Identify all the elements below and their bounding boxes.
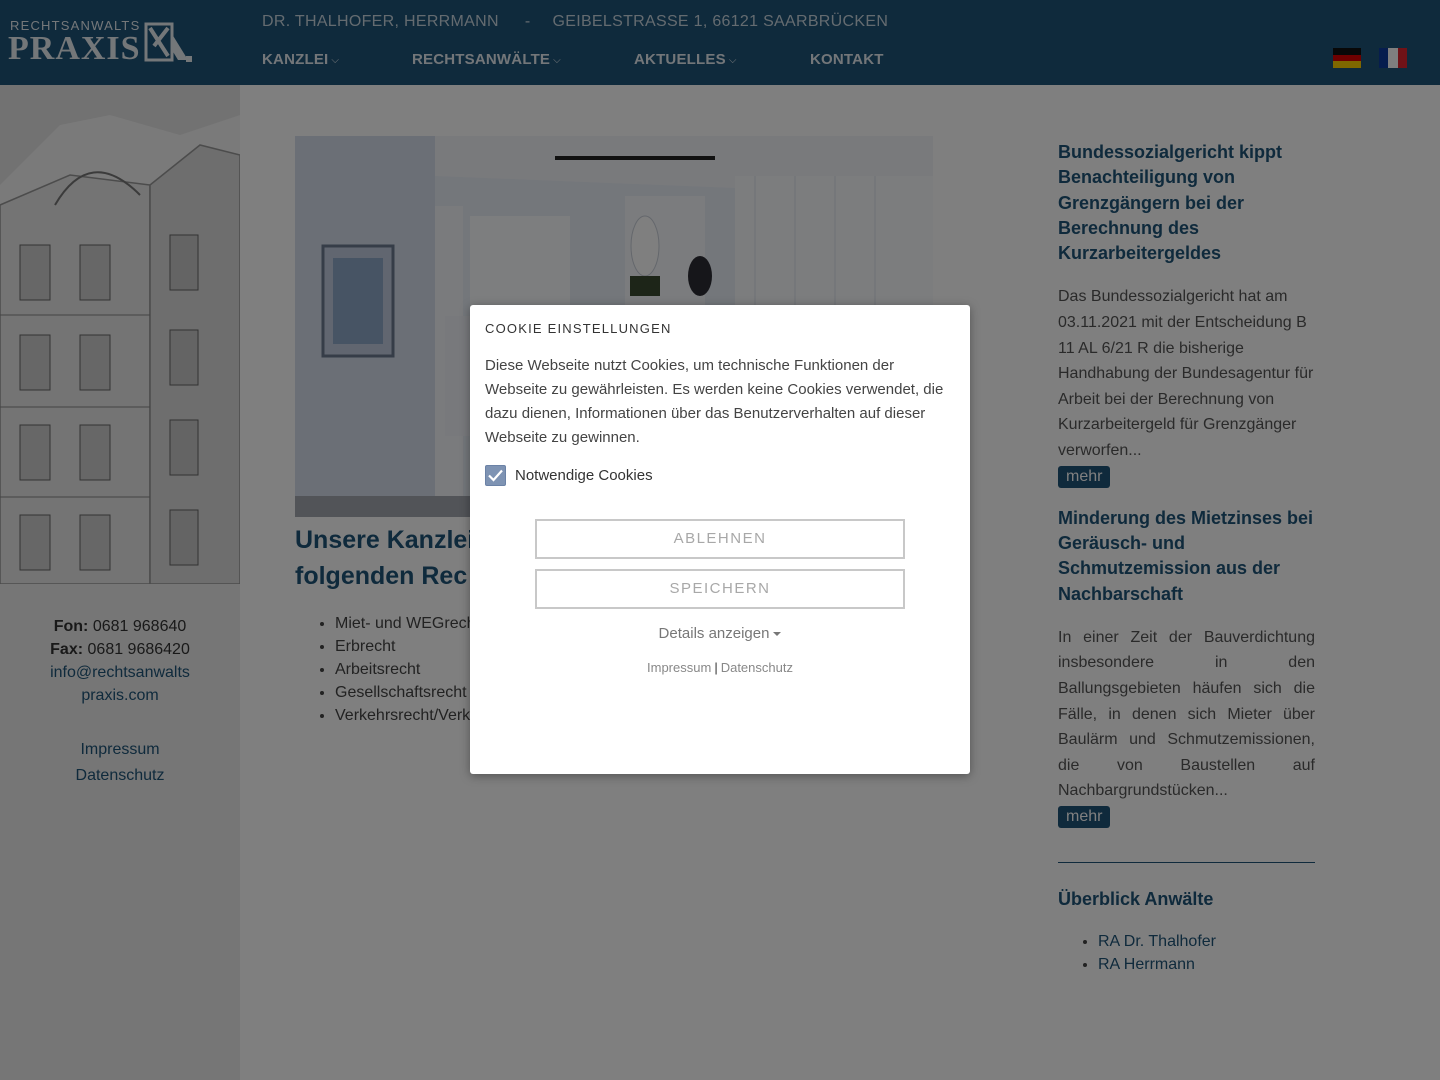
- details-toggle[interactable]: Details anzeigen: [470, 625, 970, 642]
- modal-legal-links: Impressum | Datenschutz: [470, 660, 970, 675]
- link-separator: |: [714, 660, 718, 675]
- modal-text: Diese Webseite nutzt Cookies, um technis…: [485, 357, 944, 446]
- save-button[interactable]: SPEICHERN: [535, 569, 905, 609]
- impressum-link[interactable]: Impressum: [647, 660, 711, 675]
- checkmark-icon: [488, 469, 503, 482]
- datenschutz-link[interactable]: Datenschutz: [721, 660, 793, 675]
- details-label: Details anzeigen: [658, 625, 770, 642]
- caret-down-icon: [773, 632, 782, 637]
- modal-title: COOKIE EINSTELLUNGEN: [485, 321, 672, 336]
- checkbox-label[interactable]: Notwendige Cookies: [515, 467, 653, 484]
- reject-button[interactable]: ABLEHNEN: [535, 519, 905, 559]
- cookie-modal: COOKIE EINSTELLUNGEN Diese Webseite nutz…: [470, 305, 970, 774]
- necessary-cookies-checkbox[interactable]: [485, 465, 506, 486]
